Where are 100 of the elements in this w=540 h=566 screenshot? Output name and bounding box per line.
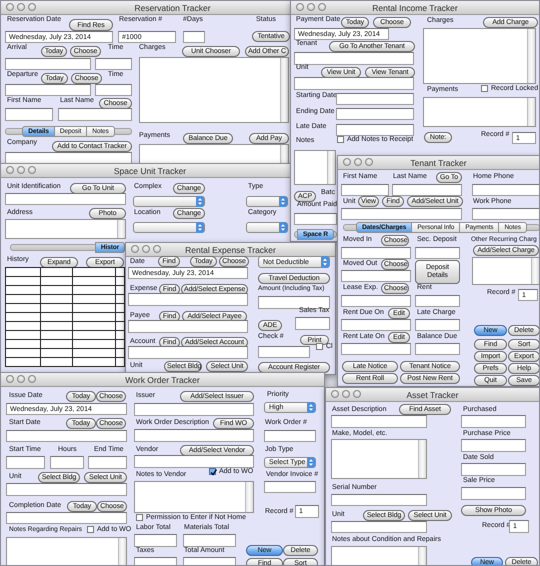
text-field[interactable] <box>461 463 526 476</box>
text-field[interactable] <box>95 58 132 70</box>
text-field[interactable] <box>415 295 460 307</box>
text-field[interactable] <box>134 403 254 416</box>
dropdown[interactable] <box>246 222 288 233</box>
text-field[interactable] <box>461 439 526 452</box>
text-field[interactable] <box>58 108 132 121</box>
text-field[interactable] <box>264 481 316 493</box>
scroll-bar[interactable] <box>418 547 426 565</box>
text-area[interactable] <box>423 97 536 127</box>
window-title: Rental Income Tracker <box>372 2 458 12</box>
text-field[interactable] <box>5 152 132 164</box>
dropdown-arrows-icon <box>321 256 329 268</box>
text-field[interactable] <box>5 108 53 121</box>
text-field[interactable] <box>5 84 91 96</box>
scroll-bar[interactable] <box>531 258 539 284</box>
scroll-bar[interactable] <box>117 220 125 238</box>
text-area[interactable] <box>423 28 536 84</box>
text-area[interactable] <box>139 144 289 165</box>
text-field[interactable] <box>128 346 248 359</box>
text-field[interactable] <box>392 184 462 196</box>
text-field[interactable] <box>128 320 248 333</box>
text-field[interactable] <box>461 415 526 428</box>
text-field[interactable] <box>5 193 126 205</box>
dropdown-arrows-icon <box>279 222 287 233</box>
text-area[interactable] <box>5 219 126 239</box>
dropdown[interactable] <box>133 222 205 233</box>
dropdown-arrows-icon <box>307 402 315 413</box>
text-field[interactable] <box>6 456 45 469</box>
text-field[interactable] <box>294 213 337 225</box>
checkbox[interactable] <box>337 136 344 143</box>
text-field[interactable] <box>258 346 310 358</box>
text-area[interactable] <box>331 439 427 479</box>
text-field[interactable] <box>5 58 91 70</box>
text-field[interactable] <box>331 415 427 428</box>
text-field[interactable] <box>134 429 254 442</box>
text-field[interactable] <box>295 317 330 330</box>
text-field[interactable] <box>6 430 127 442</box>
text-area[interactable] <box>294 150 336 185</box>
text-field[interactable] <box>341 208 462 220</box>
window-title: Asset Tracker <box>406 390 458 400</box>
text-field[interactable] <box>331 521 427 533</box>
text-field[interactable] <box>461 487 526 500</box>
text-field[interactable] <box>294 77 414 90</box>
checkbox[interactable] <box>87 526 94 533</box>
text-field[interactable] <box>264 430 316 442</box>
text-field[interactable] <box>128 293 248 306</box>
text-field[interactable] <box>331 494 427 506</box>
text-field[interactable] <box>415 343 460 355</box>
checkbox[interactable] <box>316 343 323 350</box>
text-field[interactable] <box>6 512 127 524</box>
text-field[interactable] <box>183 31 205 43</box>
text-field[interactable] <box>134 534 177 547</box>
dropdown[interactable] <box>133 196 205 207</box>
dropdown-arrows-icon <box>196 196 204 207</box>
text-field[interactable] <box>341 247 411 259</box>
text-field[interactable] <box>336 108 414 120</box>
text-field[interactable] <box>88 456 127 469</box>
text-area[interactable] <box>331 546 427 565</box>
text-field[interactable] <box>341 295 411 307</box>
text-area[interactable] <box>139 57 289 123</box>
text-field[interactable] <box>341 270 411 282</box>
text-field[interactable] <box>50 456 84 469</box>
scroll-bar[interactable] <box>527 98 535 126</box>
text-field[interactable] <box>472 184 539 196</box>
text-field[interactable] <box>183 534 236 547</box>
text-field[interactable] <box>341 343 411 355</box>
checkbox[interactable] <box>209 468 216 475</box>
window-title: Tenant Tracker <box>410 158 467 168</box>
text-field[interactable] <box>6 483 127 496</box>
text-field[interactable] <box>415 247 460 259</box>
text-area[interactable] <box>134 481 254 513</box>
text-field[interactable] <box>95 84 132 96</box>
window-title: Rental Expense Tracker <box>185 244 276 254</box>
text-field[interactable] <box>336 93 414 105</box>
scroll-bar[interactable] <box>118 538 126 565</box>
text-area[interactable] <box>472 257 539 285</box>
text-field[interactable] <box>258 296 330 309</box>
scroll-bar[interactable] <box>245 482 253 512</box>
window-title: Reservation Tracker <box>134 2 211 12</box>
text-field[interactable] <box>415 319 460 331</box>
dropdown-arrows-icon <box>279 196 287 207</box>
text-field[interactable] <box>472 208 539 220</box>
scroll-bar[interactable] <box>280 145 288 165</box>
scroll-bar[interactable] <box>280 58 288 122</box>
scroll-bar[interactable] <box>327 151 335 184</box>
scroll-bar[interactable] <box>418 440 426 478</box>
text-area[interactable] <box>6 537 127 565</box>
checkbox[interactable] <box>481 85 488 92</box>
checkbox[interactable] <box>136 514 143 521</box>
text-field[interactable] <box>341 319 411 331</box>
window-title: Space Unit Tracker <box>114 166 186 176</box>
dropdown-arrows-icon <box>307 457 315 468</box>
text-field[interactable] <box>341 184 389 196</box>
text-field[interactable] <box>294 52 414 65</box>
scroll-bar[interactable] <box>527 29 535 83</box>
dropdown[interactable] <box>246 196 288 207</box>
text-field[interactable] <box>336 124 414 136</box>
window-title: Work Order Tracker <box>125 374 200 384</box>
text-field[interactable] <box>134 455 254 468</box>
